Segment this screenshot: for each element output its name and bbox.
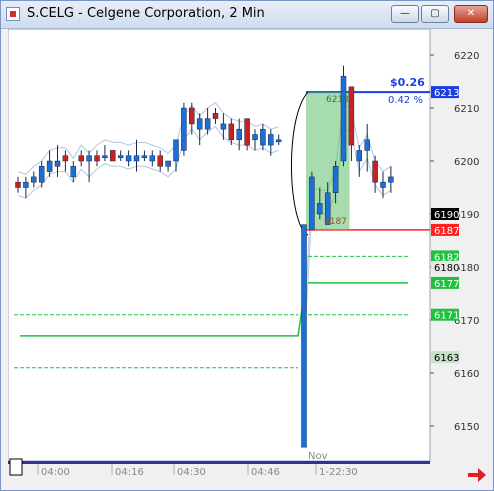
x-tick-label: 04:46 (251, 467, 280, 478)
candle-body (388, 176, 394, 183)
y-tick-label: 6200 (454, 157, 479, 168)
candle-body (54, 160, 61, 167)
box-bottom-label: 6187 (324, 217, 347, 227)
candle-body (348, 86, 355, 146)
candle-body (252, 134, 258, 141)
candle-body (86, 155, 92, 162)
candle-body (236, 128, 242, 141)
y-tick-label: 6160 (454, 369, 479, 380)
change-amount: $0.26 (390, 76, 425, 89)
candle-body (196, 118, 203, 130)
change-percent: 0.42 % (388, 95, 423, 106)
candle-body (157, 155, 163, 167)
plot-area (8, 29, 431, 462)
candle-body (372, 160, 378, 183)
candle-body (212, 113, 219, 119)
x-month-label: Nov (308, 451, 328, 462)
candle-body (309, 176, 315, 231)
price-tag-label: 6171 (434, 311, 459, 322)
candle-body (133, 155, 140, 162)
scroll-thumb (9, 458, 23, 476)
candle-body (125, 155, 132, 162)
candle-body (38, 166, 45, 183)
candle-body (31, 176, 37, 183)
chart-window: S.CELG - Celgene Corporation, 2 Min — ▢ … (0, 0, 494, 491)
candle-body (117, 155, 124, 158)
box-top-label: 6213 (326, 95, 349, 105)
candle-body (260, 128, 266, 146)
maximize-button[interactable]: ▢ (421, 5, 449, 23)
price-tag-label: 6180 (434, 263, 459, 274)
window-title: S.CELG - Celgene Corporation, 2 Min (27, 6, 265, 21)
candle-body (46, 160, 53, 172)
candle-body (15, 181, 21, 188)
x-tick-label: 1-22:30 (319, 467, 358, 478)
candle-body (165, 160, 171, 167)
y-tick-label: 6220 (454, 51, 479, 62)
candle-body (268, 134, 274, 146)
candle-body (301, 224, 307, 448)
x-tick-label: 04:30 (177, 467, 206, 478)
x-axis-bar (8, 461, 430, 464)
candle-body (189, 107, 195, 125)
minimize-button[interactable]: — (391, 5, 419, 23)
close-button[interactable]: ✕ (454, 5, 488, 23)
app-icon (6, 7, 20, 21)
price-tag-label: 6213 (434, 88, 459, 99)
candle-body (149, 155, 156, 162)
candle-body (340, 75, 347, 162)
candle-body (356, 150, 363, 162)
candle-body (317, 203, 323, 215)
candle-body (70, 166, 77, 178)
price-chart[interactable]: 61506160617061806190620062106220 6213619… (8, 29, 488, 484)
price-tag-label: 6163 (434, 353, 459, 364)
candle-body (332, 166, 339, 194)
price-tag-label: 6187 (434, 226, 459, 237)
candle-body (78, 155, 84, 162)
price-tag-label: 6177 (434, 279, 459, 290)
candle-body (204, 118, 211, 130)
candle-body (62, 155, 69, 162)
candle-body (364, 139, 370, 151)
candle-body (23, 181, 29, 188)
candle-body (275, 139, 282, 143)
candle-body (102, 155, 108, 158)
y-tick-label: 6150 (454, 422, 479, 433)
candle-body (380, 181, 386, 188)
x-tick-label: 04:00 (41, 467, 70, 478)
price-tag-label: 6190 (434, 210, 459, 221)
title-bar[interactable]: S.CELG - Celgene Corporation, 2 Min — ▢ … (1, 1, 493, 29)
candle-body (141, 155, 148, 158)
candle-body (173, 139, 179, 162)
candle-body (181, 107, 187, 151)
candle-body (220, 123, 227, 130)
x-tick-label: 04:16 (115, 467, 144, 478)
candle-body (228, 123, 235, 141)
y-tick-label: 6210 (454, 104, 479, 115)
candle-body (94, 155, 100, 162)
candle-body (110, 150, 116, 162)
candle-body (244, 118, 250, 146)
